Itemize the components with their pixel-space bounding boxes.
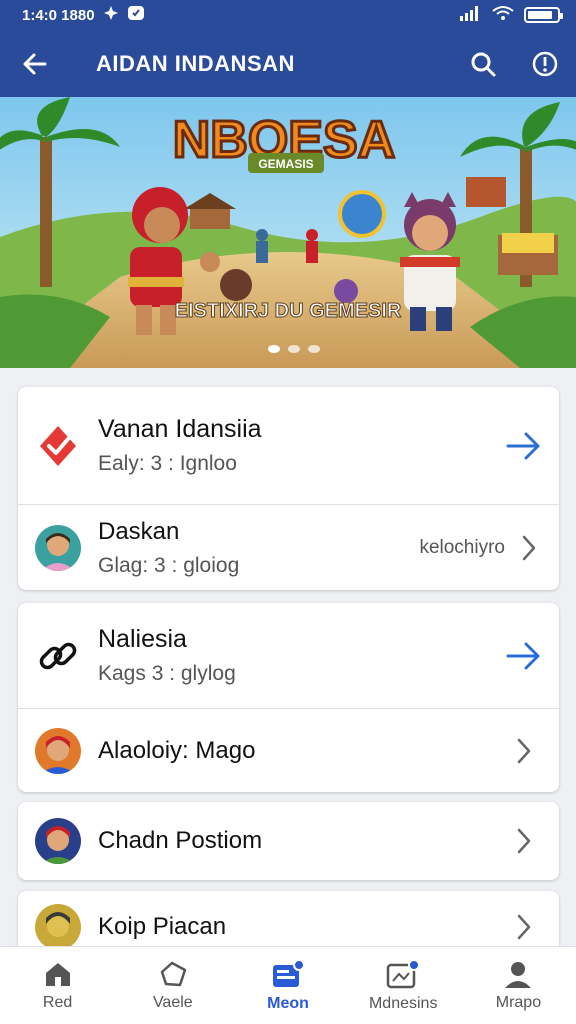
wifi-icon — [492, 5, 514, 25]
news-icon — [273, 958, 305, 987]
battery-fill — [528, 11, 552, 19]
list-item-subtitle: Ealy: 3 : Ignloo — [98, 452, 237, 475]
arrow-left-icon — [23, 53, 47, 74]
open-button[interactable] — [489, 737, 559, 765]
arrow-right-icon — [506, 642, 540, 669]
link-icon — [39, 642, 77, 669]
shield-notification-icon — [127, 4, 145, 26]
list-item-title: Alaoloiy: Mago — [98, 736, 256, 764]
list-item-meta: kelochiyro — [419, 536, 505, 558]
app-bar: AIDAN INDANSAN — [0, 30, 576, 97]
list-item[interactable]: Daskan Glag: 3 : gloiog kelochiyro — [18, 504, 559, 590]
page-title: AIDAN INDANSAN — [96, 50, 295, 76]
tag-icon — [160, 961, 187, 986]
bottom-navigation: Red Vaele Meon Mdnesins Mrapo — [0, 946, 576, 1024]
home-icon — [45, 962, 70, 986]
list-item-title: Vanan Idansiia — [98, 415, 262, 443]
list-item[interactable]: Vanan Idansiia Ealy: 3 : Ignloo — [18, 387, 559, 504]
open-button[interactable] — [489, 641, 559, 671]
nav-label: Meon — [267, 994, 309, 1012]
list-item[interactable]: Chadn Postiom — [18, 802, 559, 880]
search-icon — [471, 52, 496, 76]
media-icon — [386, 958, 421, 988]
nav-item-media[interactable]: Mdnesins — [346, 947, 461, 1024]
info-icon — [532, 51, 558, 76]
list-item[interactable]: Alaoloiy: Mago — [18, 708, 559, 792]
nav-item-news[interactable]: Meon — [230, 947, 345, 1024]
avatar — [35, 904, 81, 950]
hero-banner[interactable]: NBOESA GEMASIS EISTIXIRJ DU GEMESIR — [0, 97, 576, 368]
chevron-right-icon — [522, 535, 536, 560]
info-button[interactable] — [514, 30, 576, 97]
nav-label: Red — [42, 993, 73, 1011]
status-bar: 1:4:0 1880 — [0, 0, 576, 30]
list-item-title: Koip Piacan — [98, 913, 227, 940]
list-item-title: Chadn Postiom — [98, 827, 263, 854]
notification-icon — [103, 5, 119, 25]
open-button[interactable] — [489, 431, 559, 461]
nav-label: Vaele — [152, 993, 193, 1011]
check-shield-icon — [40, 425, 76, 466]
chevron-right-icon — [517, 828, 531, 854]
nav-item-tag[interactable]: Vaele — [115, 947, 230, 1024]
nav-label: Mdnesins — [368, 994, 438, 1012]
list-card: Vanan Idansiia Ealy: 3 : Ignloo Daskan G… — [18, 387, 559, 590]
nav-item-profile[interactable]: Mrapo — [461, 947, 576, 1024]
chevron-right-icon — [517, 914, 531, 940]
avatar — [35, 727, 81, 774]
list-item-subtitle: Glag: 3 : gloiog — [98, 553, 240, 577]
status-time: 1:4:0 1880 — [22, 6, 95, 24]
hero-logo-sub: GEMASIS — [258, 157, 313, 171]
list-item-title: Naliesia — [98, 625, 187, 653]
list-card: Chadn Postiom — [18, 802, 559, 880]
back-button[interactable] — [0, 30, 70, 97]
list-item-subtitle: Kags 3 : glylog — [98, 662, 236, 685]
list-card: Naliesia Kags 3 : glylog Alaoloiy: Mago — [18, 603, 559, 792]
nav-item-home[interactable]: Red — [0, 947, 115, 1024]
search-button[interactable] — [452, 30, 514, 97]
open-button[interactable] — [509, 534, 549, 562]
profile-icon — [505, 961, 532, 988]
open-button[interactable] — [489, 913, 559, 941]
nav-label: Mrapo — [495, 993, 542, 1011]
arrow-right-icon — [506, 432, 540, 459]
chevron-right-icon — [517, 738, 531, 763]
avatar — [35, 818, 81, 864]
list-item-title: Daskan — [98, 517, 180, 545]
open-button[interactable] — [489, 827, 559, 855]
carousel-indicator[interactable] — [268, 345, 320, 353]
signal-icon — [460, 5, 482, 25]
battery-icon — [524, 7, 563, 23]
hero-caption: EISTIXIRJ DU GEMESIR — [175, 300, 402, 322]
avatar — [35, 524, 81, 571]
list-item[interactable]: Naliesia Kags 3 : glylog — [18, 603, 559, 708]
